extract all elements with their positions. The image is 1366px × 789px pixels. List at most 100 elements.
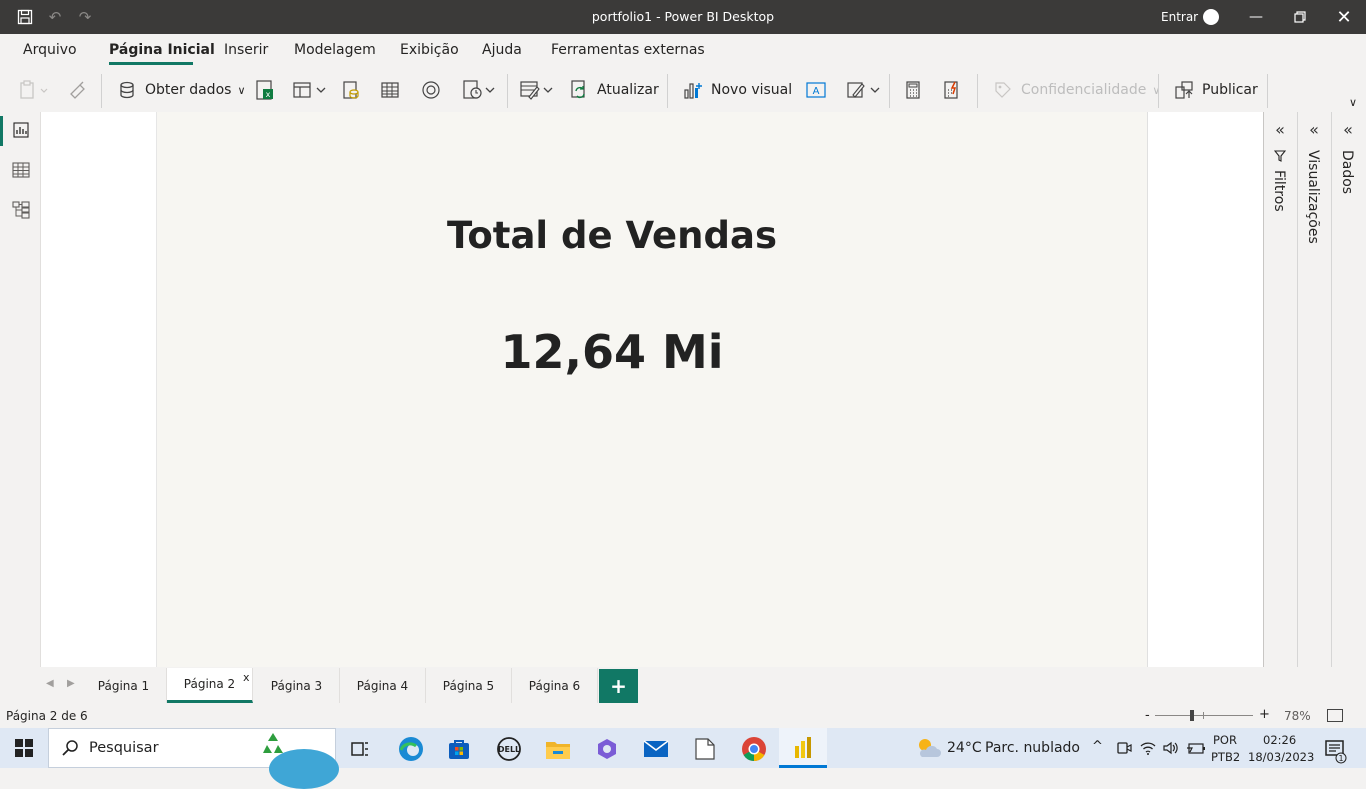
copilot-icon[interactable]	[592, 734, 622, 764]
sql-server-icon[interactable]	[341, 76, 361, 104]
refresh-button[interactable]: Atualizar	[569, 76, 659, 104]
excel-workbook-icon[interactable]: x	[254, 76, 276, 104]
windows-start-icon[interactable]	[15, 739, 33, 761]
active-tab-indicator	[109, 62, 193, 65]
data-pane-label[interactable]: Dados	[1339, 150, 1355, 194]
zoom-out-button[interactable]: -	[1145, 708, 1150, 723]
page-tab-1[interactable]: Página 1	[81, 668, 167, 703]
taskbar-search-input[interactable]: Pesquisar	[48, 728, 339, 789]
show-hidden-icons-chevron-icon[interactable]: ^	[1092, 739, 1103, 754]
database-icon	[120, 81, 134, 99]
task-view-icon[interactable]	[345, 734, 375, 764]
edge-browser-icon[interactable]	[396, 734, 426, 764]
zoom-slider[interactable]	[1155, 715, 1253, 716]
dell-icon[interactable]: DELL	[494, 734, 524, 764]
tab-ajuda[interactable]: Ajuda	[482, 42, 522, 58]
meet-now-icon[interactable]	[1116, 740, 1132, 760]
model-view-icon[interactable]	[11, 200, 31, 220]
close-tab-icon[interactable]: x	[243, 671, 250, 684]
page-info: Página 2 de 6	[6, 709, 88, 723]
report-view-icon[interactable]	[11, 120, 31, 140]
expand-data-icon[interactable]: «	[1339, 120, 1357, 139]
tab-inserir[interactable]: Inserir	[224, 42, 268, 58]
pane-divider	[1331, 112, 1332, 667]
notepad-icon[interactable]	[690, 734, 720, 764]
ribbon-collapse-chevron-icon[interactable]: ∨	[1349, 96, 1357, 109]
next-page-arrow-icon[interactable]: ▶	[67, 678, 75, 689]
notification-center-icon[interactable]: 1	[1325, 740, 1349, 768]
search-icon	[61, 739, 79, 757]
expand-filters-icon[interactable]: «	[1271, 120, 1289, 139]
sensitivity-button[interactable]: Confidencialidade ∨	[993, 76, 1160, 104]
recent-sources-button[interactable]	[462, 76, 498, 104]
page-tab-5[interactable]: Página 5	[426, 668, 512, 703]
tab-exibicao[interactable]: Exibição	[400, 42, 459, 58]
get-data-button[interactable]: Obter dados ∨	[117, 76, 246, 104]
card-value: 12,64 Mi	[500, 325, 724, 379]
mail-icon[interactable]	[641, 734, 671, 764]
visualizations-pane-label[interactable]: Visualizações	[1305, 150, 1321, 244]
fit-to-page-icon[interactable]	[1327, 709, 1343, 722]
file-explorer-icon[interactable]	[543, 734, 573, 764]
page-tab-3[interactable]: Página 3	[254, 668, 340, 703]
dataverse-icon[interactable]	[420, 76, 442, 104]
page-tab-6[interactable]: Página 6	[512, 668, 598, 703]
minimize-icon[interactable]: —	[1234, 0, 1278, 34]
add-page-button[interactable]: +	[599, 669, 638, 703]
clock-date[interactable]: 18/03/2023	[1248, 750, 1314, 764]
wifi-icon[interactable]	[1140, 740, 1156, 760]
enter-data-icon[interactable]	[380, 76, 400, 104]
page-tab-4[interactable]: Página 4	[340, 668, 426, 703]
table-view-icon[interactable]	[11, 160, 31, 180]
ribbon-separator	[1158, 74, 1159, 108]
avatar[interactable]	[1203, 9, 1219, 25]
input-language[interactable]: POR	[1213, 733, 1237, 747]
svg-text:x: x	[266, 90, 271, 99]
weather-description[interactable]: Parc. nublado	[985, 740, 1080, 756]
tab-pagina-inicial[interactable]: Página Inicial	[109, 42, 215, 58]
zoom-in-button[interactable]: +	[1259, 707, 1270, 722]
tab-modelagem[interactable]: Modelagem	[294, 42, 376, 58]
publish-label: Publicar	[1202, 82, 1258, 98]
ribbon-separator	[507, 74, 508, 108]
onelake-hub-button[interactable]	[292, 76, 326, 104]
expand-visualizations-icon[interactable]: «	[1305, 120, 1323, 139]
power-bi-icon	[793, 736, 813, 764]
publish-button[interactable]: Publicar	[1174, 76, 1258, 104]
power-bi-taskbar-button[interactable]	[779, 728, 827, 768]
tab-arquivo[interactable]: Arquivo	[23, 42, 77, 58]
search-highlight-globe-icon	[269, 749, 339, 789]
tab-ferramentas-externas[interactable]: Ferramentas externas	[551, 42, 705, 58]
undo-icon[interactable]: ↶	[46, 8, 64, 26]
battery-charging-icon[interactable]	[1186, 741, 1206, 760]
prev-page-arrow-icon[interactable]: ◀	[46, 678, 54, 689]
paste-button[interactable]	[19, 76, 49, 104]
filter-icon	[1271, 150, 1289, 164]
page-tab-2[interactable]: Página 2	[167, 668, 253, 703]
save-icon[interactable]	[16, 8, 34, 26]
microsoft-store-icon[interactable]	[444, 734, 474, 764]
new-visual-button[interactable]: Novo visual	[683, 76, 792, 104]
chevron-down-icon: ∨	[1152, 83, 1161, 97]
volume-icon[interactable]	[1162, 740, 1180, 760]
new-measure-icon[interactable]	[903, 76, 923, 104]
restore-icon[interactable]	[1278, 0, 1322, 34]
format-painter-icon[interactable]	[68, 76, 88, 104]
quick-measure-icon[interactable]	[941, 76, 961, 104]
text-box-icon[interactable]: A	[805, 76, 827, 104]
svg-text:A: A	[813, 86, 820, 97]
zoom-slider-thumb[interactable]	[1190, 710, 1194, 721]
weather-icon[interactable]	[914, 735, 942, 763]
redo-icon[interactable]: ↷	[76, 8, 94, 26]
close-icon[interactable]: ✕	[1322, 0, 1366, 34]
more-visuals-button[interactable]	[846, 76, 882, 104]
clock-time[interactable]: 02:26	[1263, 733, 1296, 747]
transform-data-button[interactable]	[519, 76, 555, 104]
chrome-icon[interactable]	[739, 734, 769, 764]
filters-pane-label[interactable]: Filtros	[1271, 170, 1287, 212]
keyboard-layout[interactable]: PTB2	[1211, 750, 1240, 764]
zoom-level[interactable]: 78%	[1284, 709, 1311, 723]
signin-button[interactable]: Entrar	[1161, 10, 1198, 24]
report-page[interactable]: Total de Vendas 12,64 Mi	[156, 112, 1148, 667]
weather-temperature[interactable]: 24°C	[947, 740, 982, 756]
